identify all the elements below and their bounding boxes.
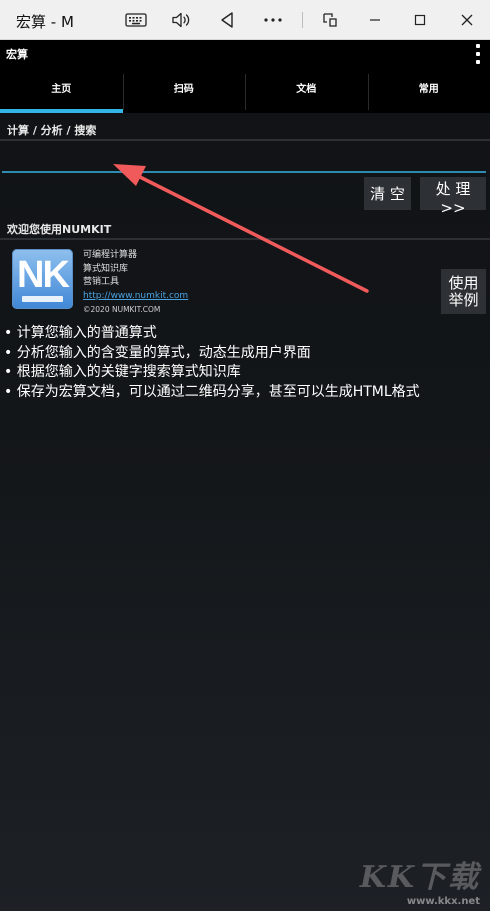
maximize-icon[interactable] (408, 8, 432, 32)
website-link[interactable]: http://www.numkit.com (83, 290, 188, 304)
pop-out-icon[interactable] (318, 8, 342, 32)
tab-home[interactable]: 主页 (0, 70, 123, 113)
logo-text: NK (17, 254, 70, 296)
welcome-section-label: 欢迎您使用NUMKIT (7, 223, 112, 236)
volume-icon[interactable] (169, 8, 193, 32)
close-icon[interactable] (455, 8, 479, 32)
expression-input-wrapper (2, 147, 486, 173)
calc-section-label: 计算 / 分析 / 搜索 (7, 124, 97, 137)
tab-bar: 主页 扫码 文档 常用 (0, 70, 490, 113)
list-item: • 分析您输入的含变量的算式，动态生成用户界面 (4, 344, 311, 361)
calc-section-header: 计算 / 分析 / 搜索 (0, 115, 490, 141)
app-info: 可编程计算器 算式知识库 营销工具 http://www.numkit.com … (83, 249, 188, 317)
copyright-text: ©2020 NUMKIT.COM (83, 305, 161, 314)
overflow-menu-icon[interactable] (474, 44, 482, 64)
numkit-logo: NK (12, 249, 73, 309)
app-screen: 宏算 主页 扫码 文档 常用 计算 / 分析 / 搜索 清 空 处 理 >> 欢… (0, 40, 490, 911)
window-title: 宏算 - M (16, 13, 74, 31)
app-title: 宏算 (6, 48, 28, 61)
keyboard-icon[interactable] (124, 8, 148, 32)
tab-scan[interactable]: 扫码 (122, 70, 246, 113)
watermark-url: www.kkx.net (406, 896, 480, 907)
usage-examples-button[interactable]: 使用 举例 (441, 269, 486, 314)
action-bar: 宏算 (0, 40, 490, 70)
titlebar-divider (302, 12, 303, 28)
info-line-programmable-calculator: 可编程计算器 (83, 250, 138, 260)
back-triangle-icon[interactable] (215, 8, 239, 32)
list-item: • 根据您输入的关键字搜索算式知识库 (4, 364, 241, 380)
info-line-formula-library: 算式知识库 (83, 263, 129, 274)
expression-input[interactable] (2, 147, 486, 173)
watermark-logo: KK下载 (359, 860, 480, 895)
welcome-section-header: 欢迎您使用NUMKIT (0, 214, 490, 240)
tab-documents[interactable]: 文档 (245, 70, 368, 113)
tab-favorites[interactable]: 常用 (367, 70, 490, 113)
list-item: • 保存为宏算文档，可以通过二维码分享，甚至可以生成HTML格式 (4, 383, 420, 400)
more-dots-icon[interactable] (261, 8, 285, 32)
info-line-marketing-tools: 营销工具 (83, 277, 120, 287)
feature-list: • 计算您输入的普通算式 • 分析您输入的含变量的算式，动态生成用户界面 • 根… (4, 324, 420, 402)
watermark: KK下载 www.kkx.net (360, 852, 480, 907)
window-titlebar: 宏算 - M (0, 0, 490, 40)
clear-button[interactable]: 清 空 (364, 177, 411, 210)
list-item: • 计算您输入的普通算式 (4, 325, 157, 341)
minimize-icon[interactable] (363, 8, 387, 32)
process-button[interactable]: 处 理 >> (420, 177, 486, 217)
